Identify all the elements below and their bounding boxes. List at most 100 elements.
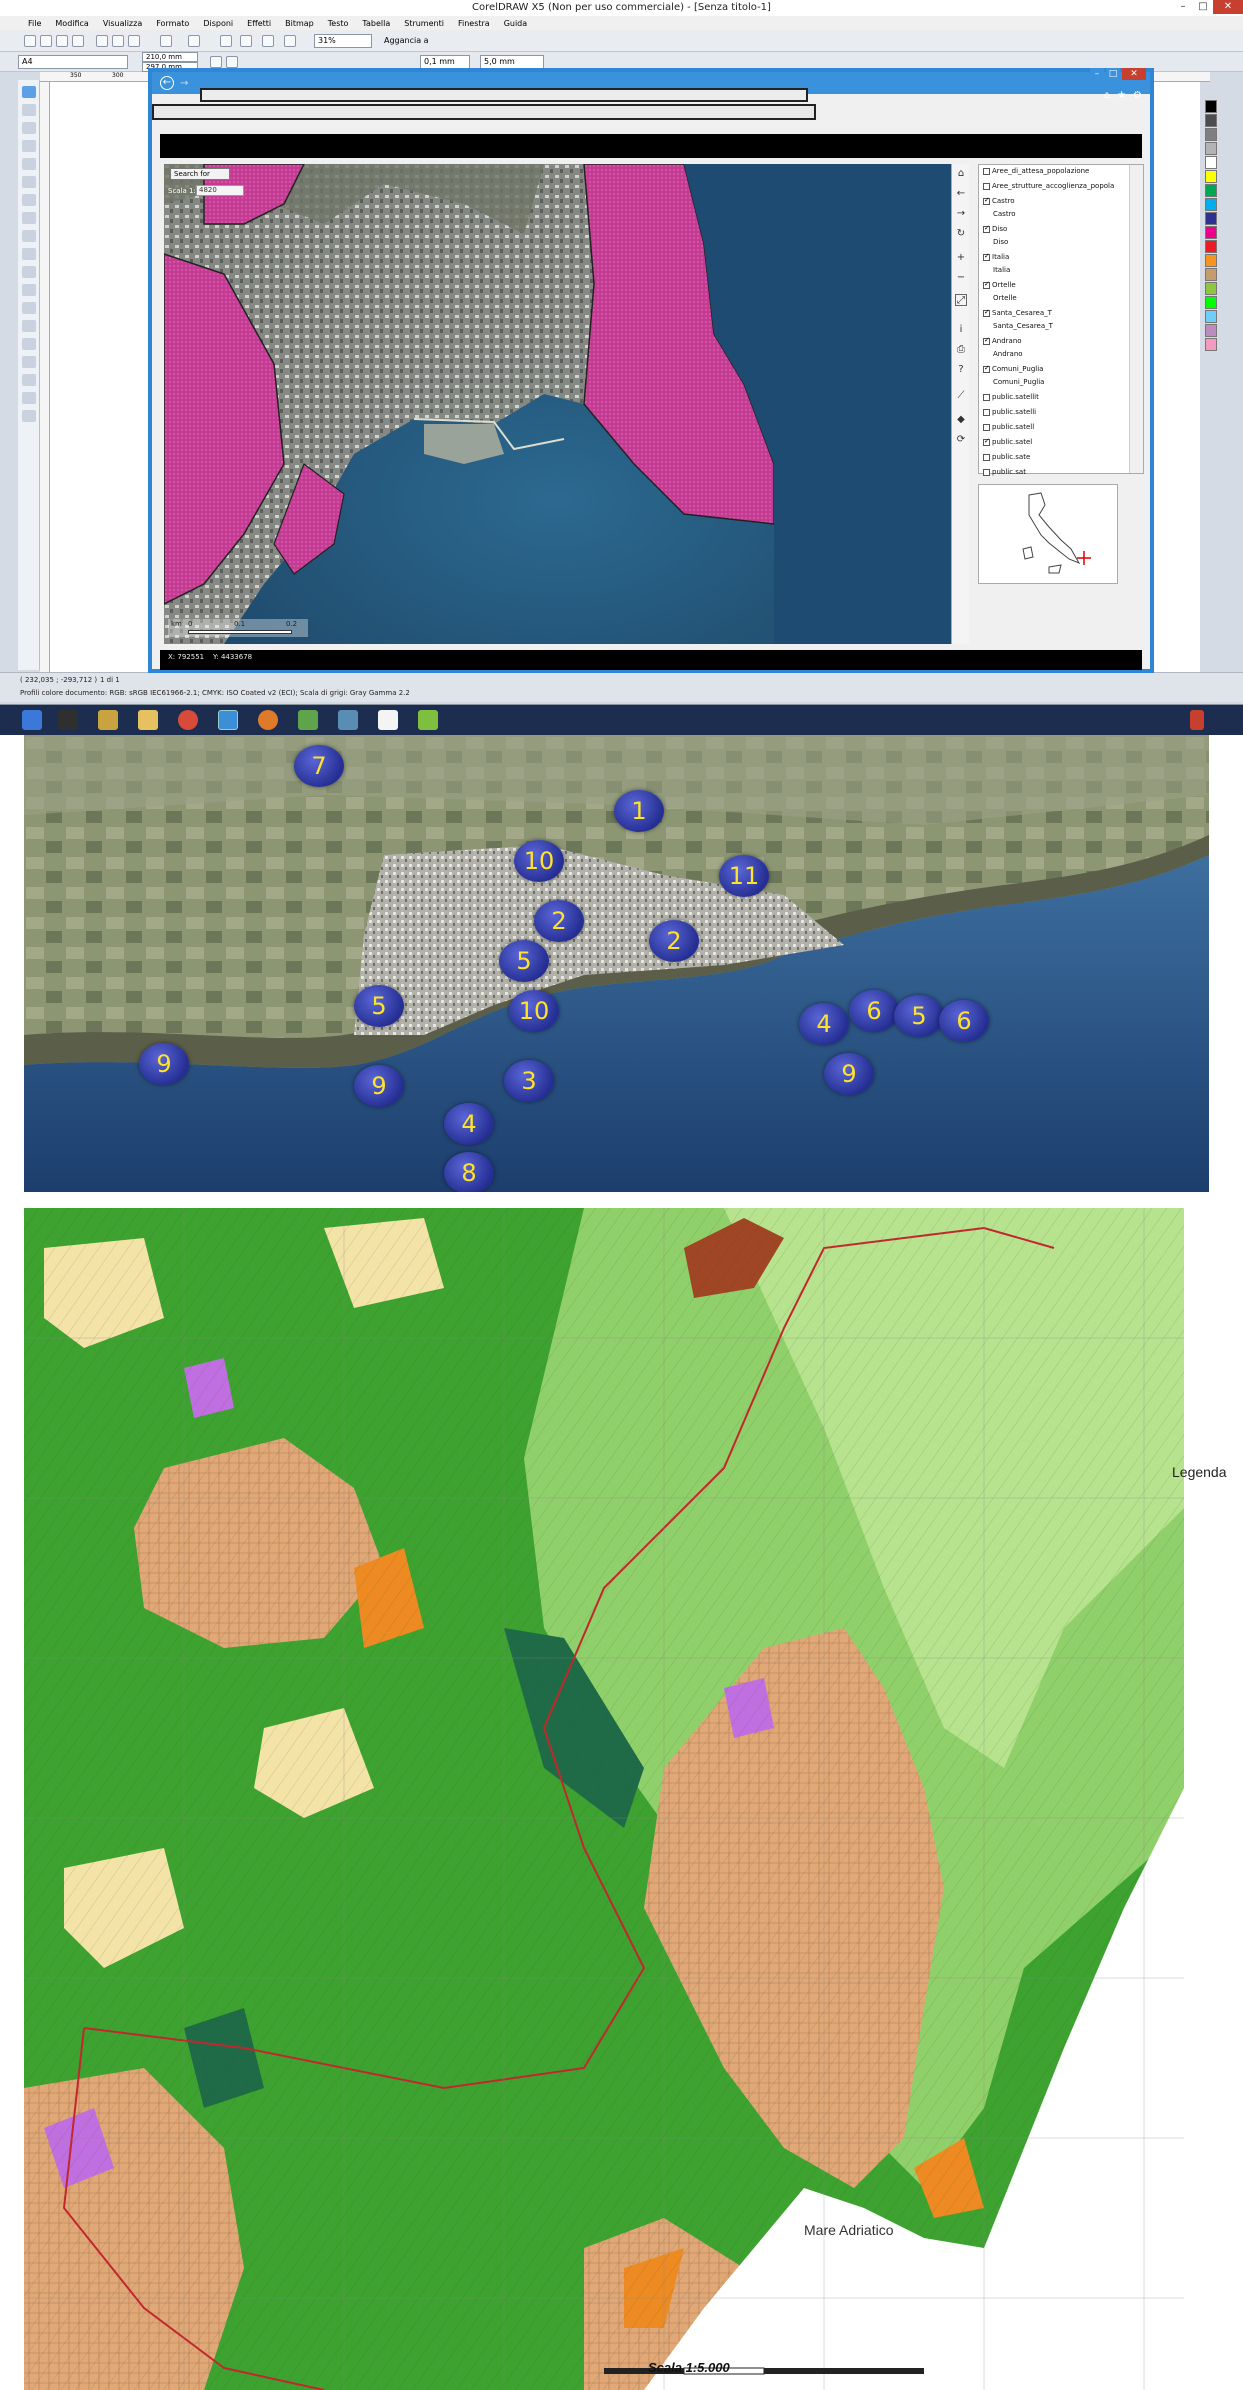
landscape-icon[interactable] xyxy=(226,56,238,68)
file-explorer-icon[interactable] xyxy=(98,710,118,730)
folder-icon[interactable] xyxy=(138,710,158,730)
home-icon[interactable]: ⌂ xyxy=(955,168,967,180)
menu-format[interactable]: Formato xyxy=(156,19,189,28)
corel-app-icon[interactable] xyxy=(58,710,78,730)
close-button[interactable]: ✕ xyxy=(1213,0,1243,14)
outline-tool-icon[interactable] xyxy=(22,374,36,386)
reload-icon[interactable]: ⟳ xyxy=(955,434,967,446)
palette-swatch[interactable] xyxy=(1205,296,1217,309)
back-icon[interactable]: ← xyxy=(160,76,174,90)
corel-photo-icon[interactable] xyxy=(338,710,358,730)
palette-swatch[interactable] xyxy=(1205,268,1217,281)
layer-item[interactable]: Ortelle xyxy=(983,280,1016,289)
browser-close-button[interactable]: ✕ xyxy=(1122,68,1146,80)
address-bar[interactable] xyxy=(200,88,808,102)
undo-icon[interactable] xyxy=(160,35,172,47)
nudge-distance-field[interactable]: 0,1 mm xyxy=(420,55,470,69)
palette-swatch[interactable] xyxy=(1205,128,1217,141)
print-icon[interactable]: ⎙ xyxy=(955,344,967,356)
rectangle-tool-icon[interactable] xyxy=(22,194,36,206)
layer-checkbox[interactable] xyxy=(983,336,990,345)
document-icon[interactable] xyxy=(378,710,398,730)
layer-item[interactable]: public.satel xyxy=(983,437,1032,446)
eyedropper-tool-icon[interactable] xyxy=(22,356,36,368)
pick-tool-icon[interactable] xyxy=(22,86,36,98)
crop-tool-icon[interactable] xyxy=(22,122,36,134)
layer-checkbox[interactable] xyxy=(983,167,990,175)
open-icon[interactable] xyxy=(40,35,52,47)
palette-swatch[interactable] xyxy=(1205,282,1217,295)
layer-checkbox[interactable] xyxy=(983,196,990,205)
menu-table[interactable]: Tabella xyxy=(362,19,390,28)
layer-checkbox[interactable] xyxy=(983,182,990,190)
layer-item[interactable]: Comuni_Puglia xyxy=(983,364,1043,373)
search-dropdown[interactable]: Search for xyxy=(170,168,230,180)
measure-icon[interactable]: ⟋ xyxy=(955,390,967,402)
layer-checkbox[interactable] xyxy=(983,408,990,416)
internet-explorer-icon[interactable] xyxy=(218,710,238,730)
layer-item[interactable]: Castro xyxy=(983,196,1015,205)
favorites-icon[interactable]: ★ xyxy=(1117,90,1126,101)
palette-swatch[interactable] xyxy=(1205,100,1217,113)
maximize-button[interactable]: □ xyxy=(1193,0,1213,14)
layer-checkbox[interactable] xyxy=(983,252,990,261)
windows-start-icon[interactable] xyxy=(22,710,42,730)
fill-icon[interactable]: ◆ xyxy=(955,414,967,426)
portrait-icon[interactable] xyxy=(210,56,222,68)
save-icon[interactable] xyxy=(56,35,68,47)
menu-view[interactable]: Visualizza xyxy=(103,19,142,28)
palette-swatch[interactable] xyxy=(1205,212,1217,225)
layer-item[interactable]: public.satell xyxy=(983,423,1034,431)
layer-item[interactable]: Diso xyxy=(983,224,1007,233)
map-viewer[interactable]: Search for Scala 1: 4820 km 0 0.1 0.2 xyxy=(164,164,951,644)
settings-icon[interactable]: ⚙ xyxy=(1133,90,1142,101)
layer-item[interactable]: Italia xyxy=(983,252,1009,261)
layer-checkbox[interactable] xyxy=(983,280,990,289)
ellipse-tool-icon[interactable] xyxy=(22,212,36,224)
cut-icon[interactable] xyxy=(96,35,108,47)
forward-icon[interactable]: → xyxy=(180,78,188,89)
redo-icon[interactable] xyxy=(188,35,200,47)
corel-draw-icon[interactable] xyxy=(298,710,318,730)
dimension-tool-icon[interactable] xyxy=(22,302,36,314)
import-icon[interactable] xyxy=(220,35,232,47)
palette-swatch[interactable] xyxy=(1205,254,1217,267)
palette-swatch[interactable] xyxy=(1205,240,1217,253)
notification-icon[interactable] xyxy=(1190,710,1204,730)
menu-effects[interactable]: Effetti xyxy=(247,19,271,28)
menu-file[interactable]: File xyxy=(28,19,41,28)
zoom-tool-icon[interactable] xyxy=(22,140,36,152)
zoom-level-field[interactable]: 31% xyxy=(314,34,372,48)
menu-tools[interactable]: Strumenti xyxy=(404,19,444,28)
palette-swatch[interactable] xyxy=(1205,198,1217,211)
zoom-in-icon[interactable]: + xyxy=(955,252,967,264)
help-icon[interactable]: ? xyxy=(955,364,967,376)
layer-checkbox[interactable] xyxy=(983,453,990,461)
interactive-fill-icon[interactable] xyxy=(22,410,36,422)
menu-text[interactable]: Testo xyxy=(328,19,349,28)
layer-item[interactable]: Aree_strutture_accoglienza_popola xyxy=(983,182,1114,190)
info-icon[interactable]: i xyxy=(955,324,967,336)
menu-arrange[interactable]: Disponi xyxy=(203,19,233,28)
palette-swatch[interactable] xyxy=(1205,142,1217,155)
back-icon[interactable]: ← xyxy=(955,188,967,200)
layer-checkbox[interactable] xyxy=(983,468,990,476)
smart-fill-icon[interactable] xyxy=(22,176,36,188)
page-width-field[interactable]: 210,0 mm xyxy=(142,52,198,62)
blend-tool-icon[interactable] xyxy=(22,338,36,350)
freehand-tool-icon[interactable] xyxy=(22,158,36,170)
connector-tool-icon[interactable] xyxy=(22,320,36,332)
refresh-icon[interactable]: ↻ xyxy=(955,228,967,240)
duplicate-distance-field[interactable]: 5,0 mm xyxy=(480,55,544,69)
layer-item[interactable]: public.sat xyxy=(983,468,1026,476)
paste-icon[interactable] xyxy=(128,35,140,47)
overview-map[interactable] xyxy=(978,484,1118,584)
layer-item[interactable]: Aree_di_attesa_popolazione xyxy=(983,167,1089,175)
new-document-icon[interactable] xyxy=(24,35,36,47)
page-size-dropdown[interactable]: A4 xyxy=(18,55,128,69)
vertical-ruler[interactable] xyxy=(40,82,50,672)
menu-edit[interactable]: Modifica xyxy=(55,19,88,28)
color-profile-text[interactable]: Profili colore documento: RGB: sRGB IEC6… xyxy=(20,689,410,697)
export-icon[interactable] xyxy=(240,35,252,47)
tab-bar[interactable] xyxy=(152,104,816,120)
